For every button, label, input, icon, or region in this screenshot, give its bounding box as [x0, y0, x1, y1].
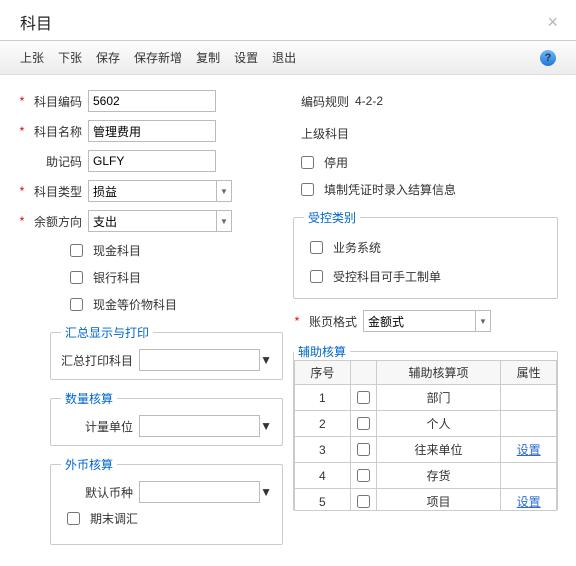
required-marker: *: [18, 214, 26, 228]
biz-sys-label: 业务系统: [333, 239, 381, 256]
aux-no: 2: [295, 411, 351, 437]
prev-button[interactable]: 上张: [20, 49, 44, 66]
code-rule-value: 4-2-2: [355, 94, 383, 108]
aux-item: 部门: [376, 385, 501, 411]
chevron-down-icon[interactable]: ▼: [216, 210, 232, 232]
aux-no: 4: [295, 463, 351, 489]
aux-item: 存货: [376, 463, 501, 489]
manual-checkbox[interactable]: [310, 270, 323, 283]
parent-label: 上级科目: [293, 125, 349, 142]
table-row: 3 往来单位 设置: [295, 437, 557, 463]
cash-equiv-checkbox[interactable]: [70, 298, 83, 311]
aux-attr-link[interactable]: 设置: [517, 495, 541, 509]
fx-field-label: 默认币种: [61, 484, 133, 501]
table-row: 5 项目 设置: [295, 489, 557, 511]
eop-adj-label: 期末调汇: [90, 510, 138, 527]
required-marker: *: [293, 314, 301, 328]
chevron-down-icon[interactable]: ▼: [260, 485, 272, 499]
aux-no: 3: [295, 437, 351, 463]
settings-button[interactable]: 设置: [234, 49, 258, 66]
chevron-down-icon[interactable]: ▼: [216, 180, 232, 202]
aux-col-check: [350, 361, 376, 385]
bank-checkbox[interactable]: [70, 271, 83, 284]
mnem-label: 助记码: [26, 153, 82, 170]
aux-attr-link[interactable]: 设置: [517, 443, 541, 457]
name-label: 科目名称: [26, 123, 82, 140]
cash-label: 现金科目: [93, 242, 141, 259]
save-new-button[interactable]: 保存新增: [134, 49, 182, 66]
code-label: 科目编码: [26, 93, 82, 110]
voucher-js-checkbox[interactable]: [301, 183, 314, 196]
qty-legend: 数量核算: [61, 390, 117, 407]
cash-checkbox[interactable]: [70, 244, 83, 257]
table-row: 4 存货: [295, 463, 557, 489]
mnem-input[interactable]: [88, 150, 216, 172]
table-row: 1 部门: [295, 385, 557, 411]
name-input[interactable]: [88, 120, 216, 142]
qty-select[interactable]: [139, 415, 260, 437]
aux-no: 5: [295, 489, 351, 511]
required-marker: *: [18, 124, 26, 138]
disable-label: 停用: [324, 154, 348, 171]
biz-sys-checkbox[interactable]: [310, 241, 323, 254]
fx-legend: 外币核算: [61, 456, 117, 473]
required-marker: *: [18, 94, 26, 108]
qty-field-label: 计量单位: [61, 418, 133, 435]
aux-row-checkbox[interactable]: [357, 469, 370, 482]
dir-label: 余额方向: [26, 213, 82, 230]
ctrl-cat-group: 受控类别 业务系统 受控科目可手工制单: [293, 209, 558, 299]
code-input[interactable]: [88, 90, 216, 112]
save-button[interactable]: 保存: [96, 49, 120, 66]
code-rule-label: 编码规则: [293, 93, 349, 110]
page-fmt-select[interactable]: [363, 310, 475, 332]
aux-item: 项目: [376, 489, 501, 511]
bank-label: 银行科目: [93, 269, 141, 286]
aux-col-attr: 属性: [501, 361, 557, 385]
manual-label: 受控科目可手工制单: [333, 268, 441, 285]
cash-equiv-label: 现金等价物科目: [93, 296, 177, 313]
ctrl-cat-legend: 受控类别: [304, 209, 360, 226]
sum-print-field-label: 汇总打印科目: [61, 352, 133, 369]
required-marker: *: [18, 184, 26, 198]
aux-table: 序号 辅助核算项 属性 1部门2个人3往来单位设置4存货5项目设置: [294, 360, 557, 510]
voucher-js-label: 填制凭证时录入结算信息: [324, 181, 456, 198]
chevron-down-icon[interactable]: ▼: [475, 310, 491, 332]
chevron-down-icon[interactable]: ▼: [260, 353, 272, 367]
copy-button[interactable]: 复制: [196, 49, 220, 66]
table-row: 2 个人: [295, 411, 557, 437]
chevron-down-icon[interactable]: ▼: [260, 419, 272, 433]
aux-item: 往来单位: [376, 437, 501, 463]
type-select[interactable]: [88, 180, 216, 202]
exit-button[interactable]: 退出: [272, 49, 296, 66]
qty-group: 数量核算 计量单位 ▼: [50, 390, 283, 446]
sum-print-group: 汇总显示与打印 汇总打印科目 ▼: [50, 324, 283, 380]
aux-legend: 辅助核算: [294, 343, 350, 360]
aux-col-no: 序号: [295, 361, 351, 385]
aux-row-checkbox[interactable]: [357, 391, 370, 404]
sum-print-select[interactable]: [139, 349, 260, 371]
disable-checkbox[interactable]: [301, 156, 314, 169]
aux-row-checkbox[interactable]: [357, 443, 370, 456]
aux-item: 个人: [376, 411, 501, 437]
fx-select[interactable]: [139, 481, 260, 503]
close-icon[interactable]: ×: [547, 12, 558, 33]
help-icon[interactable]: ?: [540, 50, 556, 66]
aux-row-checkbox[interactable]: [357, 417, 370, 430]
dir-select[interactable]: [88, 210, 216, 232]
type-label: 科目类型: [26, 183, 82, 200]
dialog-title: 科目: [20, 10, 52, 34]
aux-no: 1: [295, 385, 351, 411]
aux-row-checkbox[interactable]: [357, 495, 370, 508]
fx-group: 外币核算 默认币种 ▼ 期末调汇: [50, 456, 283, 545]
sum-print-legend: 汇总显示与打印: [61, 324, 153, 341]
toolbar: 上张 下张 保存 保存新增 复制 设置 退出 ?: [0, 41, 576, 75]
aux-group: 辅助核算 序号 辅助核算项 属性 1部门2个人3往来单位设置4存货5项目设置: [293, 343, 558, 511]
eop-adj-checkbox[interactable]: [67, 512, 80, 525]
next-button[interactable]: 下张: [58, 49, 82, 66]
page-fmt-label: 账页格式: [301, 313, 357, 330]
aux-col-item: 辅助核算项: [376, 361, 501, 385]
